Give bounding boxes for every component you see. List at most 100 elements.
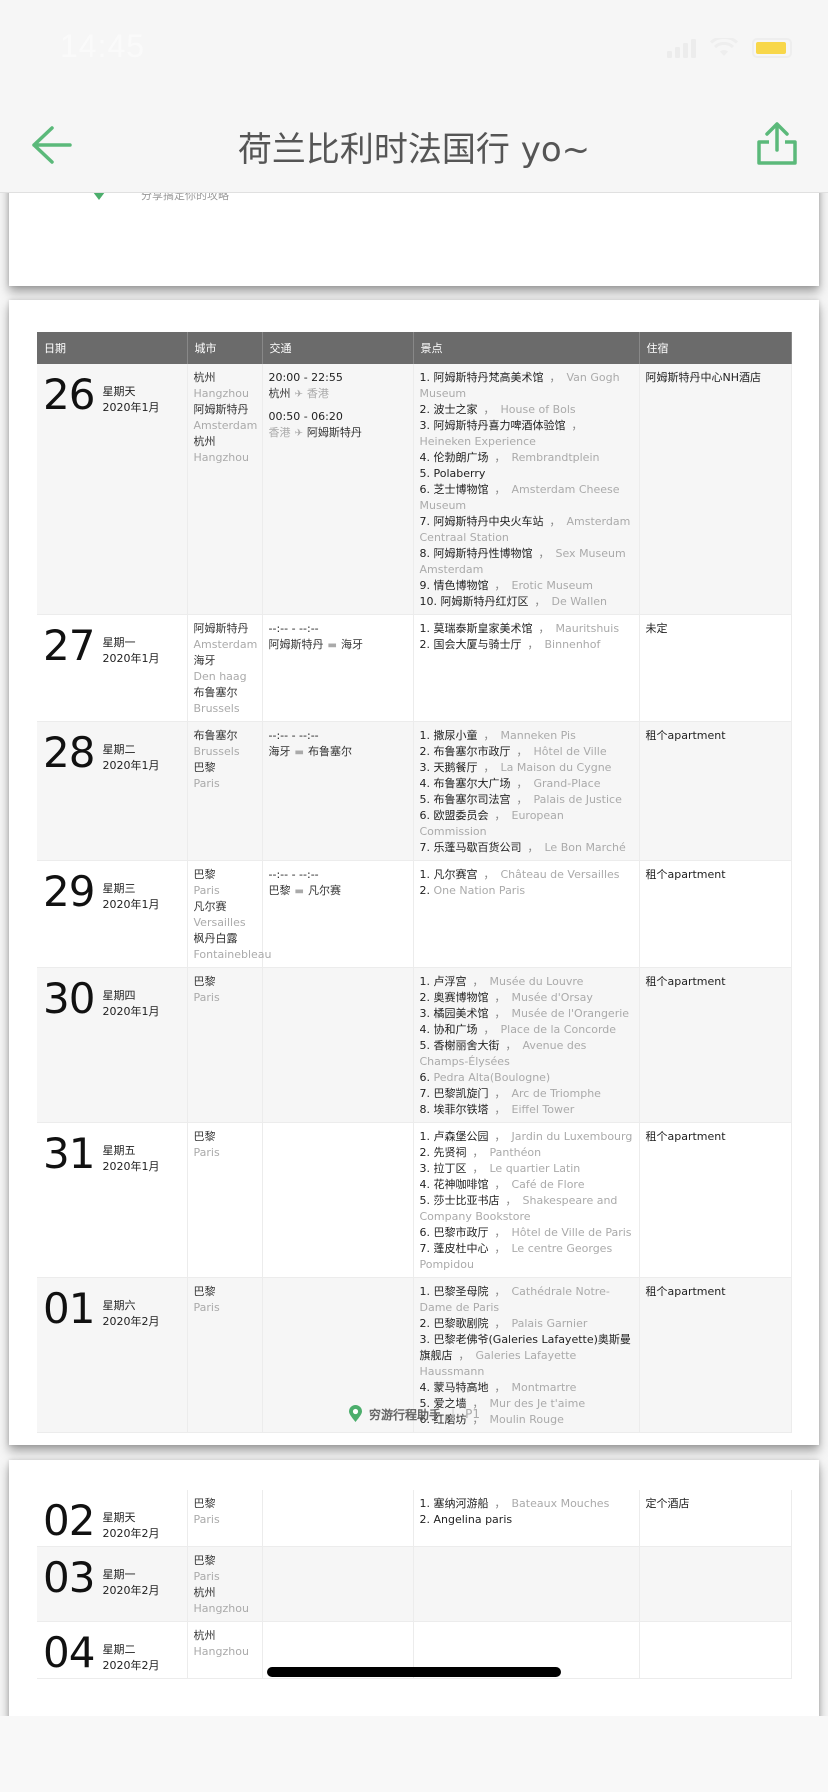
- table-row: 02 星期天 2020年2月 巴黎 Paris 1. 塞纳河游船 ， Bateaux Mouc…: [37, 1490, 792, 1547]
- spot-item: 8. 埃菲尔铁塔 ， Eiffel Tower: [420, 1102, 633, 1118]
- spot-separator: ，: [549, 515, 561, 528]
- day-number: 26: [43, 370, 95, 419]
- weekday: 星期一: [102, 1568, 136, 1581]
- spot-name-cn: 阿姆斯特丹梵高美术馆: [433, 371, 544, 384]
- spot-name-cn: 伦勃朗广场: [433, 451, 489, 464]
- spot-item: 1. 莫瑞泰斯皇家美术馆 ， Mauritshuis: [420, 621, 633, 637]
- spots-cell: 1. 撒尿小童 ， Manneken Pis 2. 布鲁塞尔市政厅 ， Hôtel de …: [413, 721, 640, 861]
- spot-item: 9. 情色博物馆 ， Erotic Museum: [420, 578, 633, 594]
- spot-item: 3. 天鹅餐厅 ， La Maison du Cygne: [420, 760, 633, 776]
- spot-number: 1.: [419, 868, 431, 881]
- stay-cell: [639, 1621, 792, 1679]
- itinerary-page-1: 日期 城市 交通 景点 住宿 26 星期天 2020年1月 杭州 Hangzhou 阿姆斯…: [9, 300, 819, 1445]
- stay-text: 定个酒店: [645, 1497, 690, 1510]
- date-cell: 04 星期二 2020年2月: [37, 1621, 188, 1679]
- spot-separator: ，: [516, 777, 528, 790]
- spot-name-en: Café de Flore: [511, 1178, 585, 1191]
- page-title: 荷兰比利时法国行 yo~: [237, 130, 591, 170]
- weekday: 星期五: [102, 1144, 136, 1157]
- month: 2020年1月: [102, 1160, 160, 1173]
- city-name-en: Brussels: [193, 745, 240, 758]
- spot-number: 8.: [419, 1103, 431, 1116]
- spot-item: 7. 蓬皮杜中心， Le centre Georges Pompidou: [420, 1241, 633, 1273]
- spot-name-en: Manneken Pis: [500, 729, 576, 742]
- month: 2020年2月: [102, 1584, 160, 1597]
- city-cell: 杭州 Hangzhou: [187, 1621, 263, 1679]
- spot-number: 5.: [419, 467, 431, 480]
- spot-number: 4.: [419, 777, 431, 790]
- day-number: 27: [43, 621, 95, 670]
- spot-name-cn: 阿姆斯特丹性博物馆: [433, 547, 533, 560]
- spot-name-cn: Angelina paris: [433, 1513, 513, 1526]
- city-name-en: Hangzhou: [193, 1602, 249, 1615]
- city-name-cn: 巴黎: [193, 761, 216, 774]
- city-name-en: Paris: [193, 884, 220, 897]
- spot-name-cn: 阿姆斯特丹中央火车站: [433, 515, 544, 528]
- date-cell: 26 星期天 2020年1月: [37, 364, 188, 615]
- stay-cell: 租个apartment: [639, 721, 792, 861]
- city-cell: 阿姆斯特丹 Amsterdam 海牙 Den haag 布鲁塞尔 Brussels: [187, 614, 263, 722]
- spot-separator: ，: [494, 1317, 506, 1330]
- footer-brand: 穷游行程助手: [369, 1407, 442, 1422]
- car-icon: ▬: [327, 640, 337, 651]
- month: 2020年1月: [102, 898, 160, 911]
- spot-name-en: Montmartre: [511, 1381, 577, 1394]
- spot-number: 5.: [419, 1194, 431, 1207]
- spot-number: 1.: [419, 729, 431, 742]
- transport-from: 巴黎: [268, 884, 291, 897]
- transport-route: 阿姆斯特丹 ▬ 海牙: [269, 637, 407, 654]
- transport-time: --:-- - --:--: [268, 729, 319, 742]
- city-cell: 巴黎 Paris: [187, 1490, 263, 1547]
- spot-item: 6. Pedra Alta(Boulogne): [420, 1070, 633, 1086]
- stay-cell: 阿姆斯特丹中心NH酒店: [639, 364, 792, 615]
- spot-separator: ，: [549, 371, 561, 384]
- date-block: 02 星期天 2020年2月: [43, 1496, 181, 1542]
- spot-number: 6.: [419, 1226, 431, 1239]
- stay-cell: [639, 1546, 792, 1622]
- spot-name-cn: 国会大厦与骑士厅: [433, 638, 522, 651]
- spot-item: 3. 橘园美术馆 ， Musée de l'Orangerie: [420, 1006, 633, 1022]
- spot-name-cn: 先贤祠: [433, 1146, 467, 1159]
- spot-item: 4. 伦勃朗广场 ， Rembrandtplein: [420, 450, 633, 466]
- spot-item: 6. 欧盟委员会， European Commission: [420, 808, 633, 840]
- transport-route: 香港 ✈ 阿姆斯特丹: [269, 425, 407, 442]
- spot-number: 2.: [419, 991, 431, 1004]
- date-block: 28 星期二 2020年1月: [43, 728, 181, 774]
- spot-number: 4.: [419, 1381, 431, 1394]
- spot-name-cn: 香榭丽舍大街: [433, 1039, 500, 1052]
- stay-cell: 租个apartment: [639, 967, 792, 1123]
- city-name-en: Fontainebleau: [193, 948, 272, 961]
- spot-separator: ，: [516, 745, 528, 758]
- day-meta: 星期一 2020年2月: [102, 1557, 159, 1599]
- spot-name-en: Bateaux Mouches: [511, 1497, 610, 1510]
- city-name-cn: 阿姆斯特丹: [193, 403, 249, 416]
- city-cell: 杭州 Hangzhou 阿姆斯特丹 Amsterdam 杭州 Hangzhou: [187, 364, 263, 615]
- transport-cell: [262, 1546, 414, 1622]
- spot-item: 3. 阿姆斯特丹喜力啤酒体验馆 ， Heineken Experience: [420, 418, 633, 450]
- date-block: 30 星期四 2020年1月: [43, 974, 181, 1020]
- spot-item: 2. One Nation Paris: [420, 883, 633, 899]
- spot-name-cn: 莫瑞泰斯皇家美术馆: [433, 622, 533, 635]
- day-meta: 星期六 2020年2月: [102, 1288, 159, 1330]
- spot-separator: ，: [494, 1178, 506, 1191]
- spot-item: 2. 国会大厦与骑士厅 ， Binnenhof: [420, 637, 633, 653]
- itinerary-table-continued: 02 星期天 2020年2月 巴黎 Paris 1. 塞纳河游船， Bateaux Mouc…: [37, 1490, 792, 1679]
- weekday: 星期一: [102, 636, 136, 649]
- home-indicator[interactable]: [267, 1667, 561, 1677]
- spot-number: 5.: [419, 1039, 431, 1052]
- day-number: 03: [43, 1553, 95, 1602]
- table-row: 26 星期天 2020年1月 杭州 Hangzhou 阿姆斯特丹 Amsterdam 杭州 Ha…: [37, 364, 792, 615]
- spot-separator: ，: [527, 841, 539, 854]
- car-icon: ▬: [294, 747, 304, 758]
- spot-item: 2. 波士之家 ， House of Bols: [420, 402, 633, 418]
- share-button[interactable]: [756, 120, 798, 166]
- plane-icon: ✈: [294, 389, 303, 400]
- spot-number: 4.: [419, 1023, 431, 1036]
- spot-name-cn: 莎士比亚书店: [433, 1194, 500, 1207]
- spot-separator: ，: [534, 595, 546, 608]
- city-name-cn: 凡尔赛: [193, 900, 227, 913]
- spot-number: 2.: [419, 1146, 431, 1159]
- day-meta: 星期天 2020年2月: [102, 1500, 159, 1542]
- spot-name-en: Binnenhof: [544, 638, 601, 651]
- status-time: 14:45: [60, 28, 146, 64]
